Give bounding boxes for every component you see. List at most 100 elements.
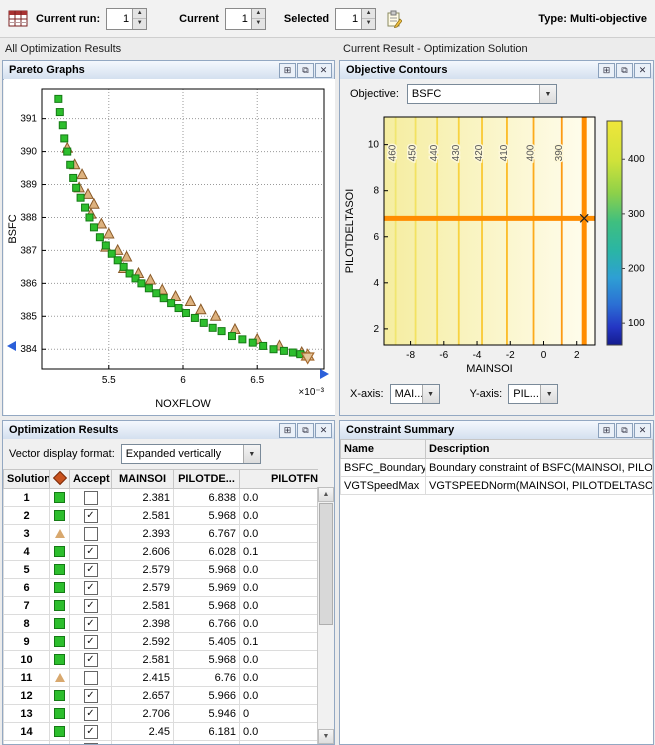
close-button[interactable]: ✕ bbox=[634, 62, 651, 78]
solution-cell[interactable]: 4 bbox=[3, 542, 50, 561]
pilotfn-cell[interactable]: 0.0 bbox=[239, 596, 318, 615]
col-description[interactable]: Description bbox=[425, 439, 653, 459]
close-button[interactable]: ✕ bbox=[634, 422, 651, 438]
accept-checkbox[interactable]: ✓ bbox=[83, 724, 98, 739]
objective-select[interactable]: BSFC ▼ bbox=[406, 84, 557, 104]
pilotdeltasoi-cell[interactable]: 6.766 bbox=[173, 614, 240, 633]
col-pilotdeltasoi[interactable]: PILOTDE... bbox=[173, 469, 240, 489]
pilotfn-cell[interactable]: 0.0 bbox=[239, 614, 318, 633]
solution-cell[interactable]: 9 bbox=[3, 632, 50, 651]
pilotdeltasoi-cell[interactable]: 6.767 bbox=[173, 524, 240, 543]
pilotdeltasoi-cell[interactable]: 5.968 bbox=[173, 560, 240, 579]
mainsoi-cell[interactable]: 2.393 bbox=[111, 524, 174, 543]
table-row[interactable]: 7 ✓ 2.581 5.968 0.0 bbox=[3, 596, 318, 615]
pareto-chart[interactable]: 5.5 6 6.5 384 385 386 387 388 389 390 391 NOXFLOW ×1… bbox=[4, 79, 335, 415]
solution-cell[interactable]: 8 bbox=[3, 614, 50, 633]
pilotfn-cell[interactable]: 0.0 bbox=[239, 560, 318, 579]
chevron-down-icon[interactable]: ▼ bbox=[242, 445, 260, 463]
accept-checkbox[interactable]: ✓ bbox=[83, 688, 98, 703]
mainsoi-cell[interactable]: 2.581 bbox=[111, 506, 174, 525]
accept-checkbox[interactable]: ✓ bbox=[83, 508, 98, 523]
solution-cell[interactable]: 11 bbox=[3, 668, 50, 687]
spin-down-icon[interactable]: ▼ bbox=[251, 19, 265, 29]
table-row[interactable]: 5 ✓ 2.579 5.968 0.0 bbox=[3, 560, 318, 579]
dock-button[interactable]: ⊞ bbox=[279, 62, 296, 78]
mainsoi-cell[interactable]: 2.398 bbox=[111, 740, 174, 744]
pilotfn-cell[interactable]: 0.0 bbox=[239, 488, 318, 507]
pilotfn-cell[interactable]: 0.0 bbox=[239, 506, 318, 525]
col-solution[interactable]: Solution bbox=[3, 469, 50, 489]
spin-up-icon[interactable]: ▲ bbox=[133, 8, 147, 19]
solution-cell[interactable]: 7 bbox=[3, 596, 50, 615]
current-run-spinner[interactable]: ▲ ▼ bbox=[106, 7, 148, 30]
solution-cell[interactable]: 2 bbox=[3, 506, 50, 525]
contour-chart[interactable]: 460 450 440 430 420 410 400 390 -8 -6 -4 -2 0 2 2 4 6 8 10… bbox=[340, 109, 653, 379]
accept-checkbox[interactable]: ✓ bbox=[83, 580, 98, 595]
pilotdeltasoi-cell[interactable]: 5.968 bbox=[173, 596, 240, 615]
spin-up-icon[interactable]: ▲ bbox=[251, 8, 265, 19]
pilotdeltasoi-cell[interactable]: 5.966 bbox=[173, 686, 240, 705]
pilotfn-cell[interactable]: 0.1 bbox=[239, 542, 318, 561]
table-row[interactable]: 11 2.415 6.76 0.0 bbox=[3, 668, 318, 687]
dock-button[interactable]: ⊞ bbox=[598, 422, 615, 438]
mainsoi-cell[interactable]: 2.415 bbox=[111, 668, 174, 687]
pilotfn-cell[interactable]: 0.0 bbox=[239, 578, 318, 597]
solution-cell[interactable]: 12 bbox=[3, 686, 50, 705]
scrollbar[interactable]: ▲ ▼ bbox=[317, 487, 334, 744]
solution-cell[interactable]: 14 bbox=[3, 722, 50, 741]
spin-down-icon[interactable]: ▼ bbox=[362, 19, 376, 29]
pilotfn-cell[interactable]: 0 bbox=[239, 704, 318, 723]
pilotfn-cell[interactable]: 0.0 bbox=[239, 650, 318, 669]
constraint-name-cell[interactable]: VGTSpeedMax bbox=[340, 476, 426, 495]
col-accept[interactable]: Accept bbox=[69, 469, 112, 489]
maximize-button[interactable]: ⧉ bbox=[616, 422, 633, 438]
constraint-row[interactable]: VGTSpeedMax VGTSPEEDNorm(MAINSOI, PILOTDE… bbox=[340, 476, 653, 495]
pilotdeltasoi-cell[interactable]: 6.028 bbox=[173, 542, 240, 561]
table-row[interactable]: 8 ✓ 2.398 6.766 0.0 bbox=[3, 614, 318, 633]
accept-checkbox[interactable]: ✓ bbox=[83, 706, 98, 721]
pilotdeltasoi-cell[interactable]: 6.838 bbox=[173, 488, 240, 507]
accept-checkbox[interactable]: ✓ bbox=[83, 562, 98, 577]
chevron-down-icon[interactable]: ▼ bbox=[421, 385, 439, 403]
current-run-input[interactable] bbox=[107, 8, 133, 29]
mainsoi-cell[interactable]: 2.657 bbox=[111, 686, 174, 705]
accept-checkbox[interactable] bbox=[83, 490, 98, 505]
accept-checkbox[interactable]: ✓ bbox=[83, 544, 98, 559]
mainsoi-cell[interactable]: 2.579 bbox=[111, 560, 174, 579]
close-button[interactable]: ✕ bbox=[315, 422, 332, 438]
solution-cell[interactable]: 10 bbox=[3, 650, 50, 669]
solution-cell[interactable]: 3 bbox=[3, 524, 50, 543]
maximize-button[interactable]: ⧉ bbox=[616, 62, 633, 78]
table-row[interactable]: 3 2.393 6.767 0.0 bbox=[3, 524, 318, 543]
pilotfn-cell[interactable]: 0.0 bbox=[239, 740, 318, 744]
selected-input[interactable] bbox=[336, 8, 362, 29]
pilotdeltasoi-cell[interactable]: 6.181 bbox=[173, 722, 240, 741]
table-row[interactable]: 15 ✓ 2.3986.7660.0 bbox=[3, 740, 318, 744]
pilotdeltasoi-cell[interactable]: 5.946 bbox=[173, 704, 240, 723]
vector-display-select[interactable]: Expanded vertically ▼ bbox=[120, 444, 261, 464]
spin-up-icon[interactable]: ▲ bbox=[362, 8, 376, 19]
mainsoi-cell[interactable]: 2.581 bbox=[111, 650, 174, 669]
table-row[interactable]: 1 2.381 6.838 0.0 bbox=[3, 488, 318, 507]
accept-checkbox[interactable]: ✓ bbox=[83, 616, 98, 631]
solution-cell[interactable]: 6 bbox=[3, 578, 50, 597]
mainsoi-cell[interactable]: 2.592 bbox=[111, 632, 174, 651]
constraint-row[interactable]: BSFC_Boundary Boundary constraint of BSFC… bbox=[340, 458, 653, 477]
table-row[interactable]: 9 ✓ 2.592 5.405 0.1 bbox=[3, 632, 318, 651]
pilotdeltasoi-cell[interactable]: 5.968 bbox=[173, 650, 240, 669]
spin-down-icon[interactable]: ▼ bbox=[133, 19, 147, 29]
mainsoi-cell[interactable]: 2.398 bbox=[111, 614, 174, 633]
accept-checkbox[interactable]: ✓ bbox=[83, 634, 98, 649]
col-name[interactable]: Name bbox=[340, 439, 426, 459]
chevron-down-icon[interactable]: ▼ bbox=[538, 85, 556, 103]
current-spinner[interactable]: ▲ ▼ bbox=[224, 7, 266, 30]
pilotdeltasoi-cell[interactable]: 6.766 bbox=[173, 740, 240, 744]
col-pilotfn[interactable]: PILOTFN bbox=[239, 469, 318, 489]
mainsoi-cell[interactable]: 2.606 bbox=[111, 542, 174, 561]
pilotdeltasoi-cell[interactable]: 5.968 bbox=[173, 506, 240, 525]
pilotdeltasoi-cell[interactable]: 5.405 bbox=[173, 632, 240, 651]
pilotfn-cell[interactable]: 0.1 bbox=[239, 632, 318, 651]
maximize-button[interactable]: ⧉ bbox=[297, 62, 314, 78]
accept-checkbox[interactable]: ✓ bbox=[83, 742, 98, 744]
selected-spinner[interactable]: ▲ ▼ bbox=[335, 7, 377, 30]
